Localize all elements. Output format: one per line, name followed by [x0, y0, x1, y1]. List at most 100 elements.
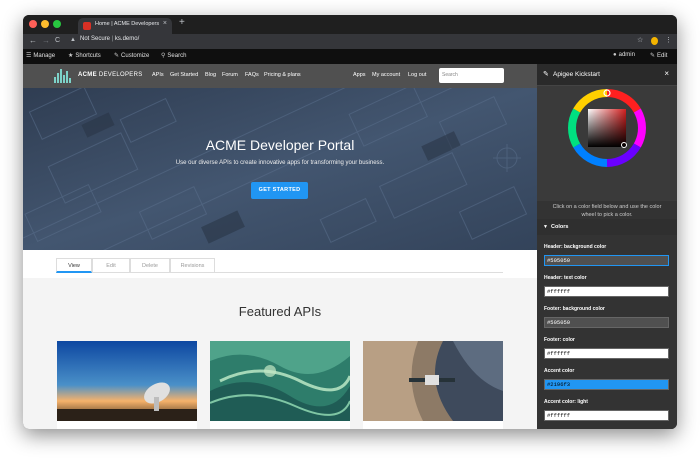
security-warning: Not Secure [80, 36, 111, 42]
toolbar-shortcuts-label: Shortcuts [75, 53, 101, 59]
featured-apis-title: Featured APIs [238, 304, 322, 319]
nav-apps[interactable]: Apps [353, 72, 366, 78]
color-wheel[interactable] [537, 86, 677, 201]
tab-revisions[interactable]: Revisions [170, 258, 215, 273]
get-started-button[interactable]: GET STARTED [251, 182, 308, 199]
api-card-footer [210, 421, 350, 429]
maximize-window-button[interactable] [53, 20, 61, 28]
api-card-image[interactable] [57, 341, 197, 421]
close-icon[interactable]: × [664, 69, 669, 78]
profile-avatar-icon[interactable] [651, 37, 658, 45]
browser-tab[interactable]: Home | ACME Developers × [78, 18, 172, 34]
nav-apis[interactable]: APIs [152, 72, 164, 78]
logo-bold: ACME [78, 72, 97, 78]
browser-menu-icon[interactable]: ⋮ [665, 36, 672, 44]
nav-blog[interactable]: Blog [205, 72, 216, 78]
panel-title: Apigee Kickstart [553, 71, 600, 78]
toolbar-edit-label: Edit [657, 53, 668, 59]
color-field-label: Accent color: light [544, 399, 588, 405]
url-field[interactable]: Not Secure | ks.demo/ [80, 36, 139, 42]
color-field-label: Footer: color [544, 337, 575, 343]
toolbar-customize[interactable]: ✎ Customize [114, 52, 149, 59]
local-tasks: View Edit Delete Revisions [23, 250, 537, 278]
toolbar-user[interactable]: ● admin [613, 52, 635, 58]
api-card-image[interactable] [210, 341, 350, 421]
tab-view[interactable]: View [56, 258, 92, 273]
minimize-window-button[interactable] [41, 20, 49, 28]
tab-close-icon[interactable]: × [163, 20, 167, 27]
star-icon: ★ [68, 53, 74, 59]
api-card-image[interactable] [363, 341, 503, 421]
toolbar-customize-label: Customize [121, 53, 150, 59]
chevron-down-icon: ▼ [543, 224, 548, 230]
color-field-label: Accent color [544, 368, 575, 374]
admin-toolbar: ☰ Manage ★ Shortcuts ✎ Customize ⚲ Search ● a… [23, 49, 677, 64]
bookmark-star-icon[interactable]: ☆ [637, 36, 643, 44]
url-separator: | [111, 36, 114, 42]
site-search-input[interactable]: Search [439, 68, 504, 83]
telescope-image [57, 341, 197, 421]
toolbar-user-label: admin [618, 52, 635, 58]
ocean-aerial-image [210, 341, 350, 421]
search-icon: ⚲ [161, 53, 166, 59]
tab-delete[interactable]: Delete [130, 258, 170, 273]
search-placeholder: Search [442, 72, 458, 78]
color-field-input[interactable]: #505050 [544, 255, 669, 266]
colors-section-toggle[interactable]: ▼ Colors [537, 219, 677, 235]
color-help-text: Click on a color field below and use the… [552, 204, 662, 218]
logo-rest: DEVELOPERS [96, 72, 143, 78]
color-field-input[interactable]: #ffffff [544, 348, 669, 359]
hero-background-image [23, 88, 537, 250]
reload-button[interactable]: C [55, 37, 60, 44]
nav-my-account[interactable]: My account [372, 72, 400, 78]
user-icon: ● [613, 52, 617, 58]
nav-forum[interactable]: Forum [222, 72, 238, 78]
address-bar: ← → C ▲ Not Secure | ks.demo/ ☆ ⋮ [23, 34, 677, 49]
url-text: ks.demo/ [114, 36, 140, 42]
close-window-button[interactable] [29, 20, 37, 28]
hero-banner: ACME Developer Portal Use our diverse AP… [23, 88, 537, 250]
satellite-image [363, 341, 503, 421]
hero-title: ACME Developer Portal [205, 137, 355, 153]
toolbar-manage-label: Manage [33, 53, 56, 59]
forward-button[interactable]: → [42, 36, 50, 45]
color-field-label: Footer: background color [544, 306, 605, 312]
pencil-icon: ✎ [650, 53, 656, 59]
site-header: ACME DEVELOPERS APIs Get Started Blog Fo… [23, 64, 537, 88]
website-viewport: ACME DEVELOPERS APIs Get Started Blog Fo… [23, 64, 537, 429]
color-field-input[interactable]: #2196f3 [544, 379, 669, 390]
tab-edit[interactable]: Edit [92, 258, 130, 273]
tab-title: Home | ACME Developers [95, 21, 160, 27]
toolbar-search[interactable]: ⚲ Search [161, 52, 186, 59]
hamburger-icon: ☰ [26, 53, 32, 59]
toolbar-manage[interactable]: ☰ Manage [26, 52, 55, 59]
nav-get-started[interactable]: Get Started [170, 72, 198, 78]
warning-icon: ▲ [70, 37, 76, 43]
nav-log-out[interactable]: Log out [408, 72, 426, 78]
pencil-icon: ✎ [114, 53, 120, 59]
color-field-input[interactable]: #505050 [544, 317, 669, 328]
acme-logo-icon[interactable] [54, 69, 72, 83]
site-logo-text[interactable]: ACME DEVELOPERS [78, 72, 143, 78]
back-button[interactable]: ← [29, 36, 37, 45]
api-card-footer [363, 421, 503, 429]
browser-window: Home | ACME Developers × + ← → C ▲ Not S… [23, 15, 677, 429]
toolbar-shortcuts[interactable]: ★ Shortcuts [68, 52, 101, 59]
kickstart-panel: ✎ Apigee Kickstart × Click on a color fi… [537, 64, 677, 429]
colors-section-title: Colors [551, 224, 569, 230]
color-field-input[interactable]: #ffffff [544, 410, 669, 421]
hero-subtitle: Use our diverse APIs to create innovativ… [175, 160, 385, 166]
toolbar-edit[interactable]: ✎ Edit [650, 52, 667, 59]
browser-titlebar: Home | ACME Developers × + [23, 15, 677, 34]
color-field-input[interactable]: #ffffff [544, 286, 669, 297]
nav-faqs[interactable]: FAQs [245, 72, 259, 78]
toolbar-search-label: Search [167, 53, 187, 59]
color-picker: Click on a color field below and use the… [537, 86, 677, 218]
color-field-label: Header: background color [544, 244, 607, 250]
api-card-footer [57, 421, 197, 429]
nav-pricing[interactable]: Pricing & plans [264, 72, 301, 78]
new-tab-button[interactable]: + [179, 17, 185, 28]
pencil-icon: ✎ [543, 71, 549, 78]
favicon-icon [83, 22, 91, 30]
color-field-label: Header: text color [544, 275, 587, 281]
